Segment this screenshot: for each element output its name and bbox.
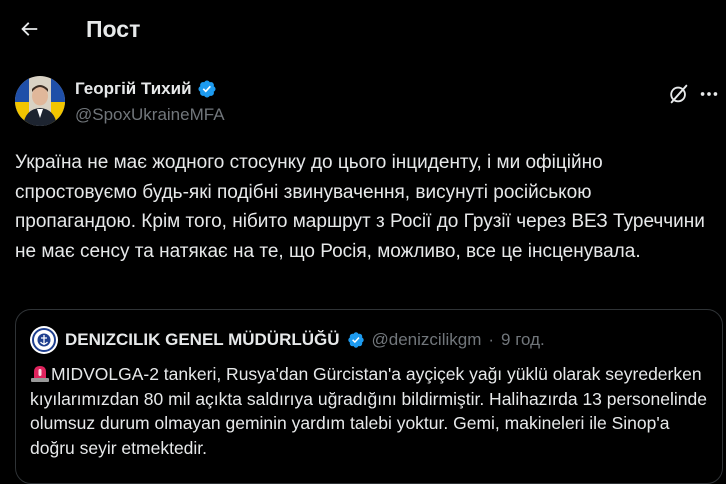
- avatar[interactable]: [15, 76, 65, 126]
- more-options-button[interactable]: [695, 80, 723, 108]
- author-handle[interactable]: @SpoxUkraineMFA: [75, 104, 225, 126]
- post-author: Георгій Тихий @SpoxUkraineMFA: [15, 76, 718, 128]
- quote-avatar[interactable]: [30, 326, 58, 354]
- author-name[interactable]: Георгій Тихий: [75, 78, 192, 100]
- separator-dot: ·: [488, 330, 495, 349]
- rotating-light-icon: [30, 363, 50, 383]
- quote-author-handle[interactable]: @denizcilikgm: [372, 330, 482, 350]
- verified-badge-icon: [197, 79, 217, 99]
- quote-body-text: MIDVOLGA-2 tankeri, Rusya'dan Gürcistan'…: [30, 364, 707, 458]
- quote-timestamp[interactable]: 9 год.: [501, 330, 545, 350]
- post-text: Україна не має жодного стосунку до цього…: [15, 152, 705, 262]
- top-bar: Пост: [0, 0, 726, 58]
- quote-author-name[interactable]: DENIZCILIK GENEL MÜDÜRLÜĞÜ: [65, 330, 340, 350]
- quote-text: MIDVOLGA-2 tankeri, Rusya'dan Gürcistan'…: [30, 362, 710, 460]
- back-button[interactable]: [12, 12, 46, 46]
- quoted-post[interactable]: DENIZCILIK GENEL MÜDÜRLÜĞÜ @denizcilikgm…: [15, 309, 723, 484]
- grok-button[interactable]: [665, 80, 693, 108]
- more-horizontal-icon: [700, 92, 718, 96]
- verified-badge-icon: [347, 331, 365, 349]
- grok-icon: [670, 84, 688, 104]
- page-title: Пост: [86, 16, 141, 42]
- arrow-left-icon: [21, 22, 38, 36]
